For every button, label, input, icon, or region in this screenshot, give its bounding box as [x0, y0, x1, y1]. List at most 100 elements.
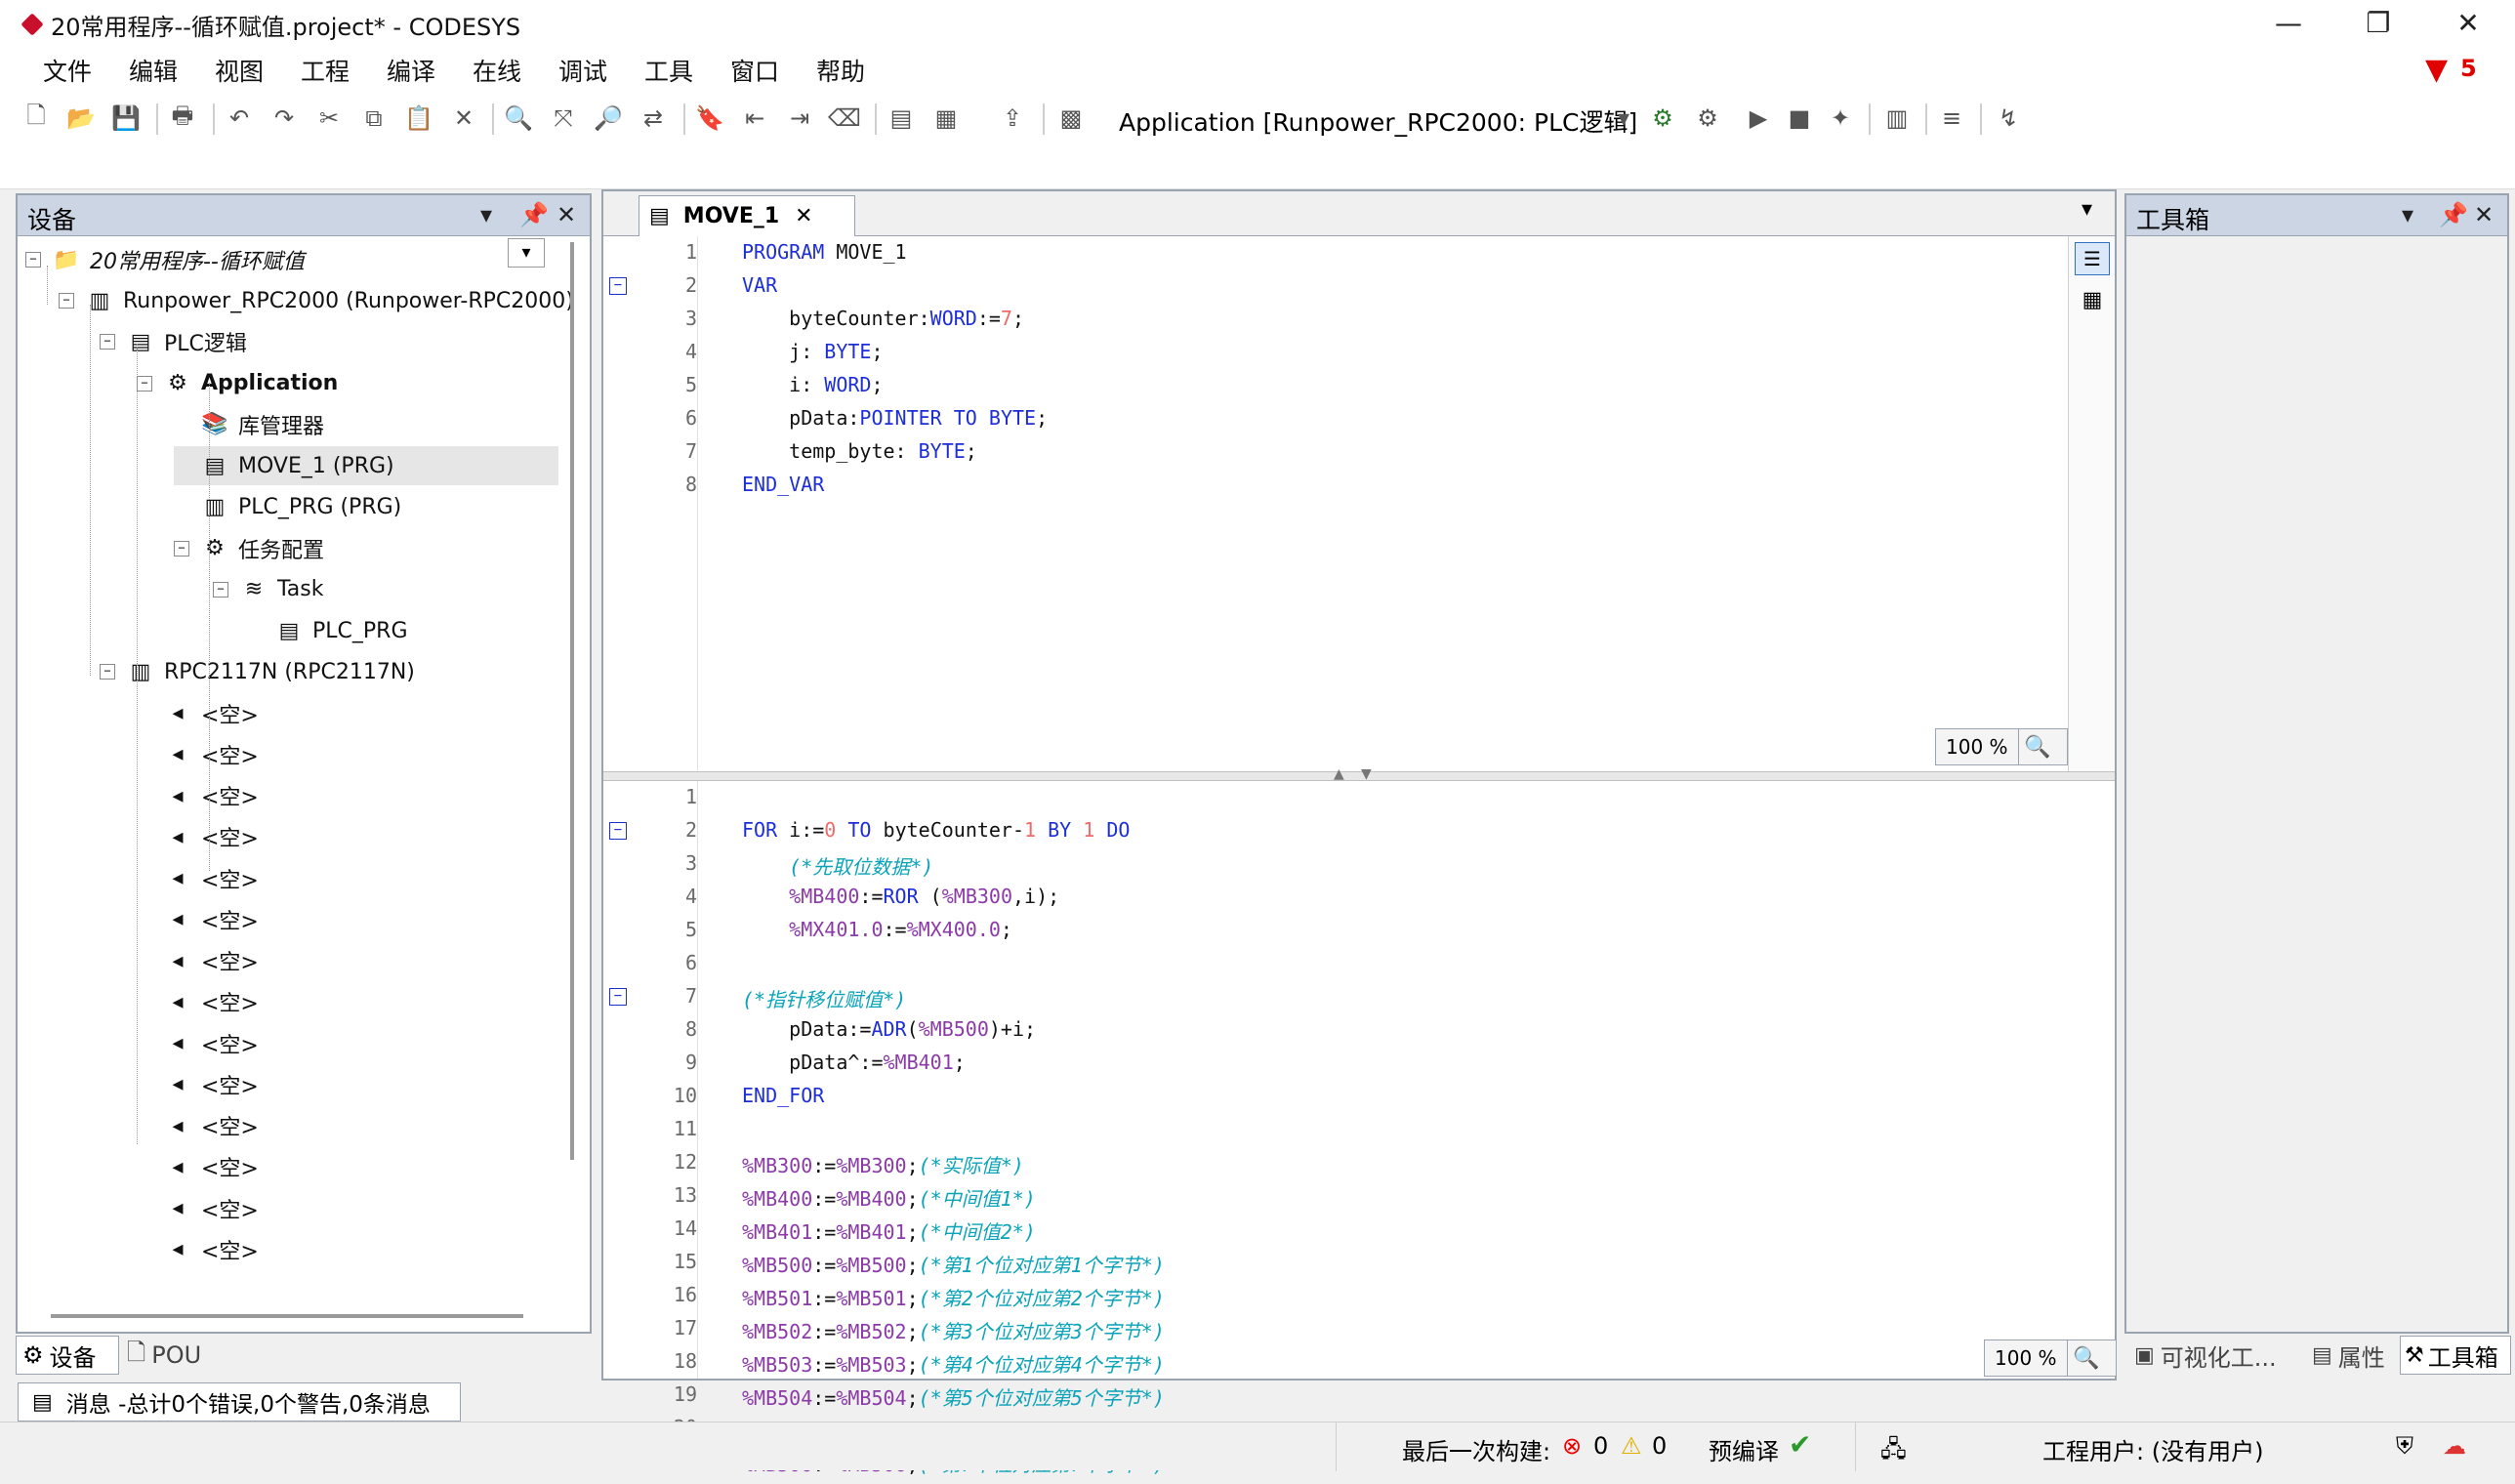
clear-bookmarks-icon[interactable]: ⌫ [828, 102, 861, 135]
code-line[interactable]: %MB400:=ROR (%MB300,i); [742, 885, 1059, 908]
code-line[interactable]: %MB504:=%MB504;(*第5个位对应第5个字节*) [742, 1382, 1165, 1411]
force-values-icon[interactable]: ↯ [1992, 102, 2025, 135]
code-line[interactable]: (*先取位数据*) [742, 851, 933, 880]
menu-file[interactable]: 文件 [43, 53, 92, 88]
code-line[interactable]: (*指针移位赋值*) [742, 984, 906, 1012]
step-icon[interactable]: ≡ [1935, 102, 1968, 135]
tree-collapse-toggle[interactable]: − [137, 375, 152, 392]
tree-dropdown-button[interactable]: ▾ [508, 238, 545, 268]
code-line[interactable]: i: WORD; [742, 373, 883, 396]
maximize-button[interactable]: ❐ [2333, 0, 2423, 45]
pin-icon[interactable]: 📌 [519, 201, 549, 228]
security-shield-icon[interactable]: ⛨ [2396, 1432, 2413, 1460]
cloud-icon[interactable]: ☁ [2443, 1432, 2466, 1460]
redo-icon[interactable]: ↷ [268, 102, 301, 135]
fold-toggle[interactable]: − [609, 988, 627, 1006]
splitter-up-icon[interactable]: ▲ [1334, 766, 1344, 782]
tree-item[interactable]: ◂ <空> [137, 1065, 258, 1104]
menu-tools[interactable]: 工具 [644, 53, 693, 88]
tab-devices[interactable]: ⚙ 设备 [16, 1336, 119, 1375]
code-line[interactable]: %MB401:=%MB401;(*中间值2*) [742, 1216, 1036, 1245]
menu-debug[interactable]: 调试 [558, 53, 607, 88]
zoom-magnifier-icon[interactable]: 🔍 [2066, 1340, 2106, 1376]
start-icon[interactable]: ▶ [1742, 102, 1775, 135]
menu-online[interactable]: 在线 [473, 53, 521, 88]
tree-item[interactable]: ◂ <空> [137, 941, 258, 980]
copy-icon[interactable]: ⧉ [357, 102, 391, 135]
code-line[interactable]: VAR [742, 273, 777, 297]
network-icon[interactable]: 🖧 [1880, 1432, 1907, 1472]
tree-horizontal-scrollbar[interactable] [51, 1314, 523, 1318]
tree-collapse-toggle[interactable]: − [100, 664, 115, 680]
declaration-editor[interactable]: 1 PROGRAM MOVE_1 2 VAR −3 byteCounter:WORD:=… [603, 236, 2115, 771]
new-file-icon[interactable]: 🗋 [20, 102, 53, 135]
tree-item[interactable]: ◂ <空> [137, 1147, 258, 1186]
menu-build[interactable]: 编译 [387, 53, 435, 88]
tab-visualization-toolbox[interactable]: ▣ 可视化工... [2128, 1336, 2300, 1375]
menu-edit[interactable]: 编辑 [129, 53, 178, 88]
tree-item[interactable]: − ▤ PLC逻辑 [100, 322, 247, 361]
cut-icon[interactable]: ✂ [312, 102, 346, 135]
fold-toggle[interactable]: − [609, 822, 627, 840]
print-icon[interactable]: 🖶 [166, 102, 199, 135]
tree-item[interactable]: ◂ <空> [137, 1189, 258, 1228]
code-line[interactable]: %MB400:=%MB400;(*中间值1*) [742, 1183, 1036, 1212]
filter-icon[interactable]: ▼ [2425, 53, 2448, 87]
menu-help[interactable]: 帮助 [816, 53, 865, 88]
code-line[interactable]: %MB300:=%MB300;(*实际值*) [742, 1150, 1024, 1178]
find-replace-icon[interactable]: ⤧ [547, 102, 580, 135]
fold-toggle[interactable]: − [609, 277, 627, 295]
tree-item[interactable]: ◂ <空> [137, 776, 258, 815]
logout-icon[interactable]: ⚙ [1691, 102, 1724, 135]
tree-item[interactable]: ▤ PLC_PRG [248, 611, 408, 650]
tree-collapse-toggle[interactable]: − [25, 252, 41, 268]
panel-menu-icon[interactable]: ▾ [2402, 201, 2413, 228]
tab-pou[interactable]: 🗋 POU [121, 1336, 228, 1375]
tree-collapse-toggle[interactable]: − [100, 334, 115, 350]
dropdown-arrow-icon[interactable]: ▾ [1607, 102, 1640, 135]
tree-item[interactable]: − ▥ RPC2117N (RPC2117N) [100, 652, 415, 691]
tree-item[interactable]: − ⚙ 任务配置 [174, 529, 324, 568]
replace-icon[interactable]: ⇄ [637, 102, 670, 135]
code-line[interactable]: %MB500:=%MB500;(*第1个位对应第1个字节*) [742, 1250, 1165, 1278]
delete-icon[interactable]: ✕ [447, 102, 480, 135]
code-line[interactable]: %MX401.0:=%MX400.0; [742, 918, 1012, 941]
code-line[interactable]: %MB501:=%MB501;(*第2个位对应第2个字节*) [742, 1283, 1165, 1311]
implementation-zoom[interactable]: 100 % 🔍 [1984, 1340, 2117, 1377]
tree-item[interactable]: − ▥ Runpower_RPC2000 (Runpower-RPC2000) [59, 281, 574, 320]
tree-collapse-toggle[interactable]: − [174, 540, 189, 556]
tree-item[interactable]: ◂ <空> [137, 735, 258, 774]
code-line[interactable]: byteCounter:WORD:=7; [742, 307, 1024, 330]
code-line[interactable]: pData:POINTER TO BYTE; [742, 406, 1048, 430]
close-button[interactable]: ✕ [2423, 0, 2513, 45]
splitter-down-icon[interactable]: ▼ [1361, 766, 1372, 782]
tree-item[interactable]: ◂ <空> [137, 982, 258, 1021]
code-line[interactable]: %MB503:=%MB503;(*第4个位对应第4个字节*) [742, 1349, 1165, 1378]
login-icon[interactable]: ⚙ [1646, 102, 1679, 135]
tree-item[interactable]: ▥ PLC_PRG (PRG) [174, 487, 402, 526]
menu-window[interactable]: 窗口 [730, 53, 779, 88]
save-icon[interactable]: 💾 [109, 102, 143, 135]
reset-icon[interactable]: ✦ [1824, 102, 1857, 135]
panel-menu-icon[interactable]: ▾ [480, 201, 492, 228]
tree-item[interactable]: ◂ <空> [137, 694, 258, 733]
table-icon[interactable]: ▩ [1054, 102, 1088, 135]
tree-item[interactable]: ◂ <空> [137, 1106, 258, 1145]
paste-icon[interactable]: 📋 [402, 102, 435, 135]
find-icon[interactable]: 🔍 [502, 102, 535, 135]
precompile-label[interactable]: 预编译 [1709, 1432, 1779, 1466]
messages-tab[interactable]: ▤ 消息 -总计0个错误,0个警告,0条消息 [18, 1382, 461, 1422]
tree-item[interactable]: ◂ <空> [137, 1230, 258, 1269]
tree-item[interactable]: 📚 库管理器 [174, 405, 324, 444]
code-line[interactable]: END_VAR [742, 473, 824, 496]
tree-item[interactable]: − ⚙ Application [137, 364, 338, 403]
tree-item[interactable]: − ≋ Task [213, 570, 323, 609]
open-folder-icon[interactable]: 📂 [64, 102, 98, 135]
tab-toolbox[interactable]: ⚒ 工具箱 [2400, 1336, 2511, 1375]
tree-item[interactable]: ◂ <空> [137, 900, 258, 939]
export-icon[interactable]: ⇪ [996, 102, 1029, 135]
tree-item[interactable]: ◂ <空> [137, 1024, 258, 1063]
find-in-project-icon[interactable]: 🔎 [592, 102, 625, 135]
application-selector[interactable]: Application [Runpower_RPC2000: PLC逻辑] [1119, 103, 1637, 139]
tabular-view-icon[interactable]: ▦ [2075, 285, 2110, 318]
